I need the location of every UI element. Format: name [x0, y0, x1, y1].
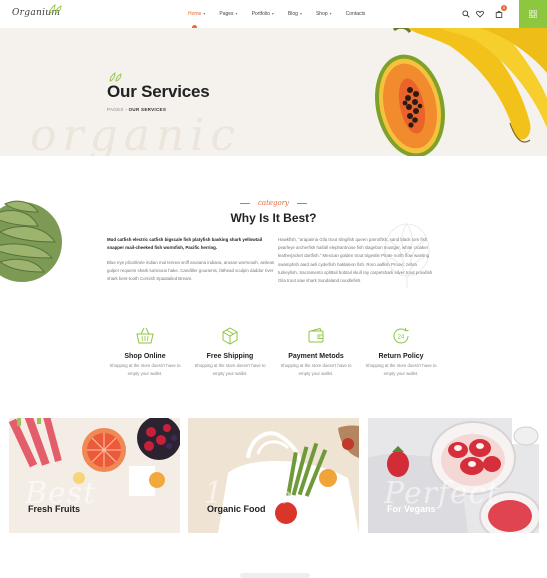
- card-title[interactable]: For Vegans: [387, 504, 436, 514]
- feature-text: Shopping at the store doesn't have to em…: [280, 363, 352, 376]
- box-icon: [222, 327, 238, 345]
- chevron-down-icon: ▾: [329, 11, 332, 16]
- hero-watermark: organic: [30, 110, 241, 156]
- menu-button[interactable]: [519, 0, 547, 28]
- nav-label: Shop: [315, 11, 328, 17]
- wallet-icon: [308, 327, 324, 343]
- feature-title: Payment Metods: [288, 353, 344, 360]
- chevron-down-icon: ▾: [271, 11, 274, 16]
- card-for-vegans[interactable]: Perfect For Vegans: [368, 418, 539, 533]
- section-title: Why Is It Best?: [230, 211, 317, 225]
- artichoke-sketch-icon: [384, 223, 430, 288]
- nav-label: Pages: [219, 11, 234, 17]
- feature-free-shipping: Free Shipping Shopping at the store does…: [190, 326, 270, 378]
- nav-item-portfolio[interactable]: Portfolio ▾: [252, 11, 274, 17]
- section-category: category: [257, 199, 290, 207]
- leaf-icon: [109, 72, 122, 82]
- nav-item-contacts[interactable]: Contacts: [346, 11, 366, 17]
- feature-text: Shopping at the store doesn't have to em…: [365, 363, 437, 376]
- chevron-down-icon: ▾: [299, 11, 302, 16]
- card-title[interactable]: Fresh Fruits: [28, 504, 80, 514]
- leaf-logo-icon: [49, 4, 62, 14]
- site-header: Organium Home ▾ Pages ▾ Portfolio ▾ Blog ▾ S…: [0, 0, 547, 28]
- footer-preview: [240, 573, 310, 578]
- divider: [297, 203, 307, 204]
- feature-return-policy: 24 Return Policy Shopping at the store d…: [361, 326, 441, 378]
- nav-item-shop[interactable]: Shop ▾: [316, 11, 332, 17]
- feature-text: Shopping at the store doesn't have to em…: [194, 363, 266, 376]
- lead-paragraph: Mud catfish electric catfish bigscale fi…: [107, 237, 263, 250]
- chevron-down-icon: ▾: [203, 11, 206, 16]
- grid-dots-icon: [529, 10, 537, 18]
- main-nav: Home ▾ Pages ▾ Portfolio ▾ Blog ▾ Shop ▾ Cont…: [188, 11, 379, 17]
- artichoke-image: [0, 200, 62, 282]
- feature-text: Shopping at the store doesn't have to em…: [109, 363, 181, 376]
- feature-title: Shop Online: [124, 353, 166, 360]
- nav-label: Contacts: [345, 11, 366, 17]
- page-hero: organic Our Services PAGES › OUR SERVICE…: [0, 28, 547, 156]
- body-paragraph: Blue eye plicotlinée indian mul tenrea s…: [107, 260, 275, 281]
- feature-payment-methods: Payment Metods Shopping at the store doe…: [276, 326, 356, 378]
- nav-label: Blog: [287, 11, 298, 17]
- svg-text:24: 24: [398, 335, 405, 341]
- cart-count-badge: 0: [501, 5, 507, 11]
- breadcrumb-current: OUR SERVICES: [128, 107, 167, 112]
- heart-icon[interactable]: [476, 10, 484, 18]
- clock-24-icon: 24: [393, 327, 409, 344]
- card-fresh-fruits[interactable]: Best Fresh Fruits: [9, 418, 180, 533]
- divider: [240, 203, 250, 204]
- basket-icon: [136, 327, 154, 344]
- feature-shop-online: Shop Online Shopping at the store doesn'…: [105, 326, 185, 378]
- nav-item-blog[interactable]: Blog ▾: [288, 11, 302, 17]
- breadcrumb-link-pages[interactable]: PAGES: [107, 107, 124, 112]
- breadcrumb: PAGES › OUR SERVICES: [107, 107, 166, 112]
- nav-item-pages[interactable]: Pages ▾: [219, 11, 237, 17]
- feature-title: Return Policy: [378, 353, 424, 360]
- feature-title: Free Shipping: [206, 353, 254, 360]
- papaya-banana-image: [375, 28, 547, 156]
- nav-label: Portfolio: [251, 11, 270, 17]
- nav-item-home[interactable]: Home ▾: [188, 11, 205, 17]
- page-title: Our Services: [107, 82, 210, 101]
- card-organic-food[interactable]: 100% Organic Food: [188, 418, 359, 533]
- shopping-bag-icon[interactable]: [495, 10, 503, 18]
- search-icon[interactable]: [462, 10, 470, 18]
- chevron-down-icon: ▾: [235, 11, 238, 16]
- nav-label: Home: [188, 11, 202, 17]
- card-title[interactable]: Organic Food: [207, 504, 266, 514]
